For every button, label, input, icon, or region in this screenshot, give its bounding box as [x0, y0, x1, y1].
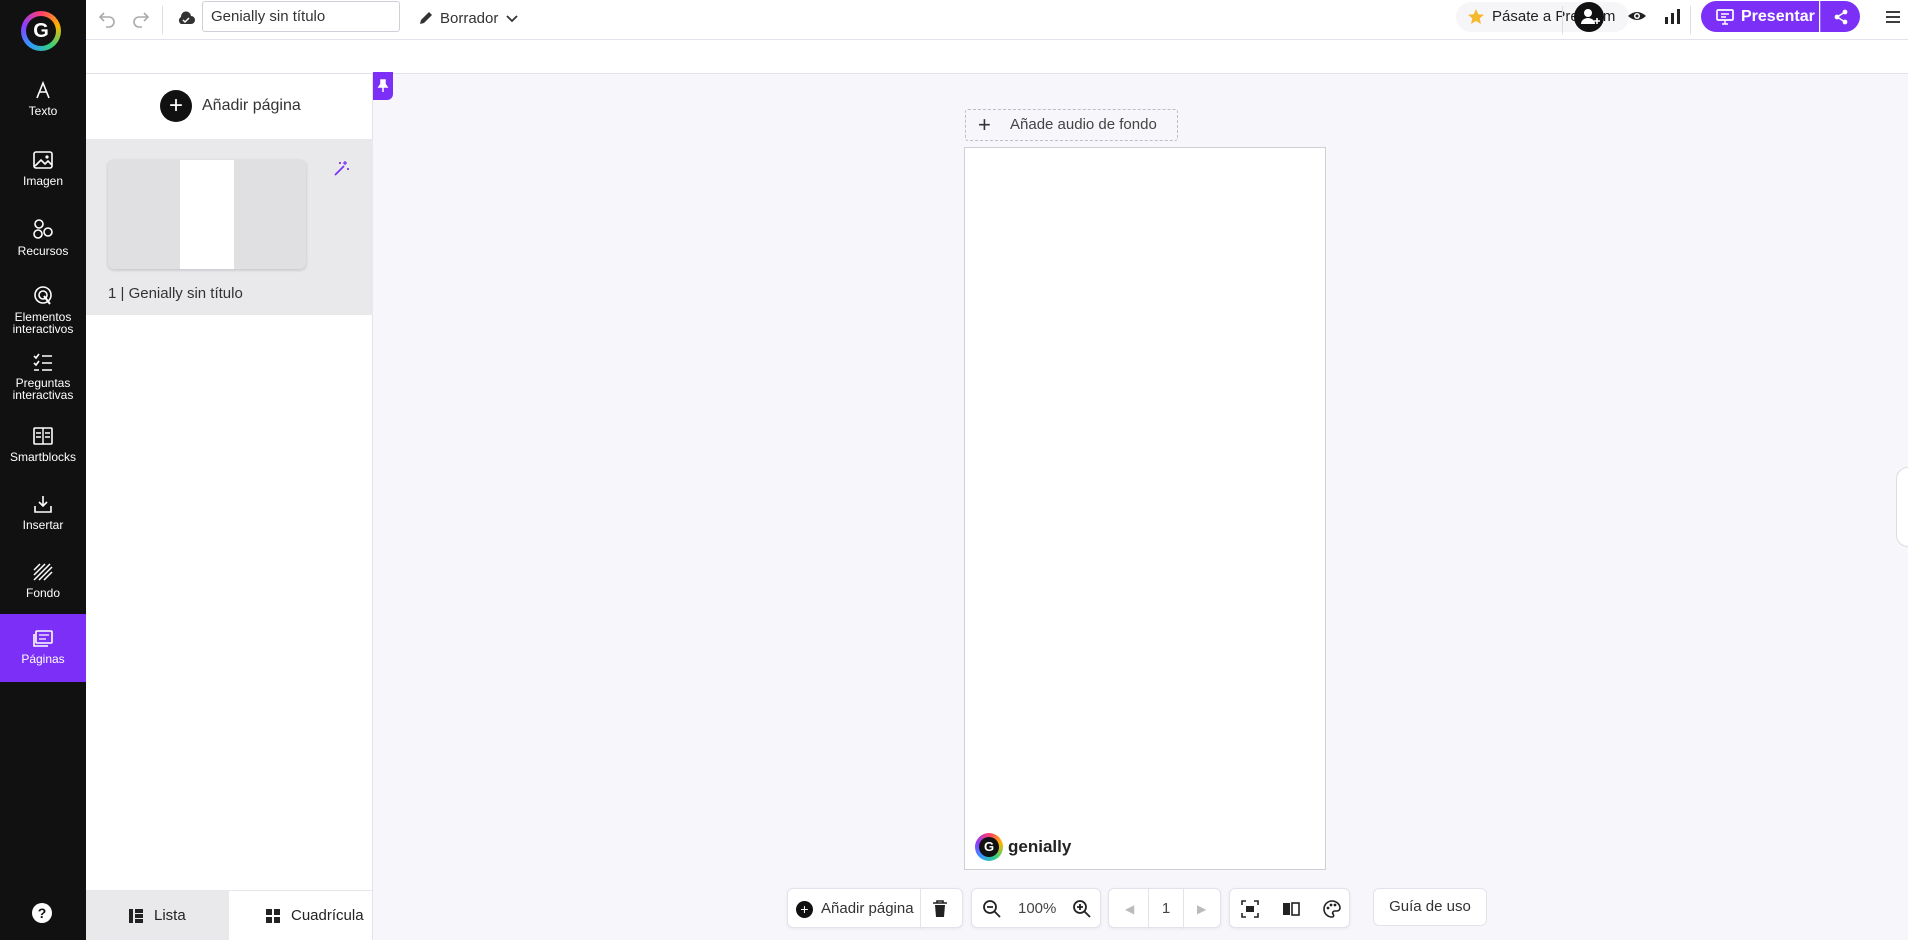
pin-panel-button[interactable] [373, 72, 393, 100]
toolbar-divider [1690, 6, 1691, 34]
help-icon[interactable]: ? [32, 903, 52, 923]
checklist-icon [33, 353, 52, 371]
next-page-icon[interactable]: ▶ [1197, 902, 1206, 916]
zoom-in-icon[interactable] [1072, 899, 1092, 919]
top-toolbar: Borrador Pásate a Premium Presentar [86, 0, 1908, 40]
previous-page-icon[interactable]: ◀ [1125, 902, 1134, 916]
plus-circle-icon: + [160, 90, 192, 122]
pencil-icon [420, 12, 432, 24]
right-panel-handle[interactable] [1896, 467, 1908, 547]
palette-icon[interactable] [1322, 899, 1342, 919]
undo-icon[interactable] [96, 8, 118, 30]
chevron-down-icon [506, 15, 518, 23]
genially-watermark: G genially [975, 832, 1071, 862]
star-icon [1468, 9, 1484, 24]
panel-add-page-button[interactable]: + Añadir página [86, 74, 373, 140]
rail-item-smartblocks[interactable]: Smartblocks [0, 426, 86, 494]
zoom-controls: 100% [971, 888, 1101, 928]
genially-brand-icon: G [975, 833, 1003, 861]
rail-item-imagen[interactable]: Imagen [0, 150, 86, 218]
split-view-icon[interactable] [1281, 899, 1301, 919]
toolbar-divider [162, 6, 163, 34]
magic-wand-icon[interactable] [332, 160, 350, 178]
hamburger-menu-icon[interactable] [1884, 8, 1902, 26]
grid-view-icon [266, 909, 280, 923]
usage-guide-button[interactable]: Guía de uso [1373, 888, 1487, 926]
rail-item-insertar[interactable]: Insertar [0, 494, 86, 562]
cloud-saved-icon [178, 11, 195, 24]
add-collaborator-button[interactable] [1574, 2, 1604, 32]
page-item[interactable]: 1 | Genially sin título [86, 140, 373, 315]
smartblocks-icon [33, 427, 53, 445]
zoom-level: 100% [1018, 900, 1057, 917]
presentation-icon [1716, 9, 1734, 25]
toolbar-divider [1562, 6, 1563, 34]
redo-icon[interactable] [130, 8, 152, 30]
share-icon [1834, 9, 1848, 25]
interactive-elements-icon [34, 286, 52, 305]
tab-cuadricula[interactable]: Cuadrícula [229, 891, 373, 940]
list-view-icon [129, 909, 143, 923]
page-thumbnail[interactable] [108, 160, 306, 269]
rail-item-recursos[interactable]: Recursos [0, 218, 86, 286]
page-navigator: ◀ 1 ▶ [1108, 888, 1221, 929]
view-tools [1229, 888, 1350, 928]
plus-circle-icon: + [796, 901, 813, 918]
left-toolbar: G Texto Imagen Recursos Elementos intera… [0, 0, 86, 940]
pages-panel: + Añadir página 1 | Genially sin título … [86, 74, 373, 940]
trash-icon[interactable] [931, 899, 949, 919]
add-background-audio-button[interactable]: + Añade audio de fondo [965, 109, 1178, 141]
fit-screen-icon[interactable] [1240, 899, 1260, 919]
draft-status-dropdown[interactable]: Borrador [418, 6, 520, 30]
page-label: 1 | Genially sin título [108, 285, 243, 302]
rail-item-preguntas-interactivas[interactable]: Preguntas interactivas [0, 352, 86, 420]
preview-eye-icon[interactable] [1627, 6, 1647, 26]
insert-icon [34, 496, 52, 513]
slide-canvas[interactable]: G genially [964, 147, 1326, 870]
present-button[interactable]: Presentar [1701, 1, 1819, 32]
add-user-icon [1581, 9, 1600, 24]
pin-icon [377, 79, 389, 92]
tab-lista[interactable]: Lista [86, 891, 229, 940]
plus-icon: + [978, 112, 991, 137]
resources-icon [33, 219, 53, 239]
genially-logo-icon[interactable]: G [21, 11, 61, 51]
rail-item-elementos-interactivos[interactable]: Elementos interactivos [0, 284, 86, 352]
bottom-page-controls: + Añadir página [787, 888, 963, 929]
image-icon [33, 151, 53, 169]
pages-icon [33, 630, 53, 647]
share-button[interactable] [1820, 1, 1860, 32]
statistics-icon[interactable] [1662, 6, 1682, 26]
rail-item-texto[interactable]: Texto [0, 80, 86, 148]
bottom-add-page-button[interactable]: Añadir página [821, 900, 914, 917]
background-icon [33, 563, 53, 581]
current-page-number[interactable]: 1 [1148, 889, 1184, 929]
zoom-out-icon[interactable] [982, 899, 1002, 919]
title-input[interactable] [202, 1, 400, 32]
view-mode-tabs: Lista Cuadrícula [86, 890, 373, 940]
text-icon [36, 80, 50, 99]
secondary-toolbar [86, 40, 1908, 74]
rail-item-paginas[interactable]: Páginas [0, 614, 86, 682]
